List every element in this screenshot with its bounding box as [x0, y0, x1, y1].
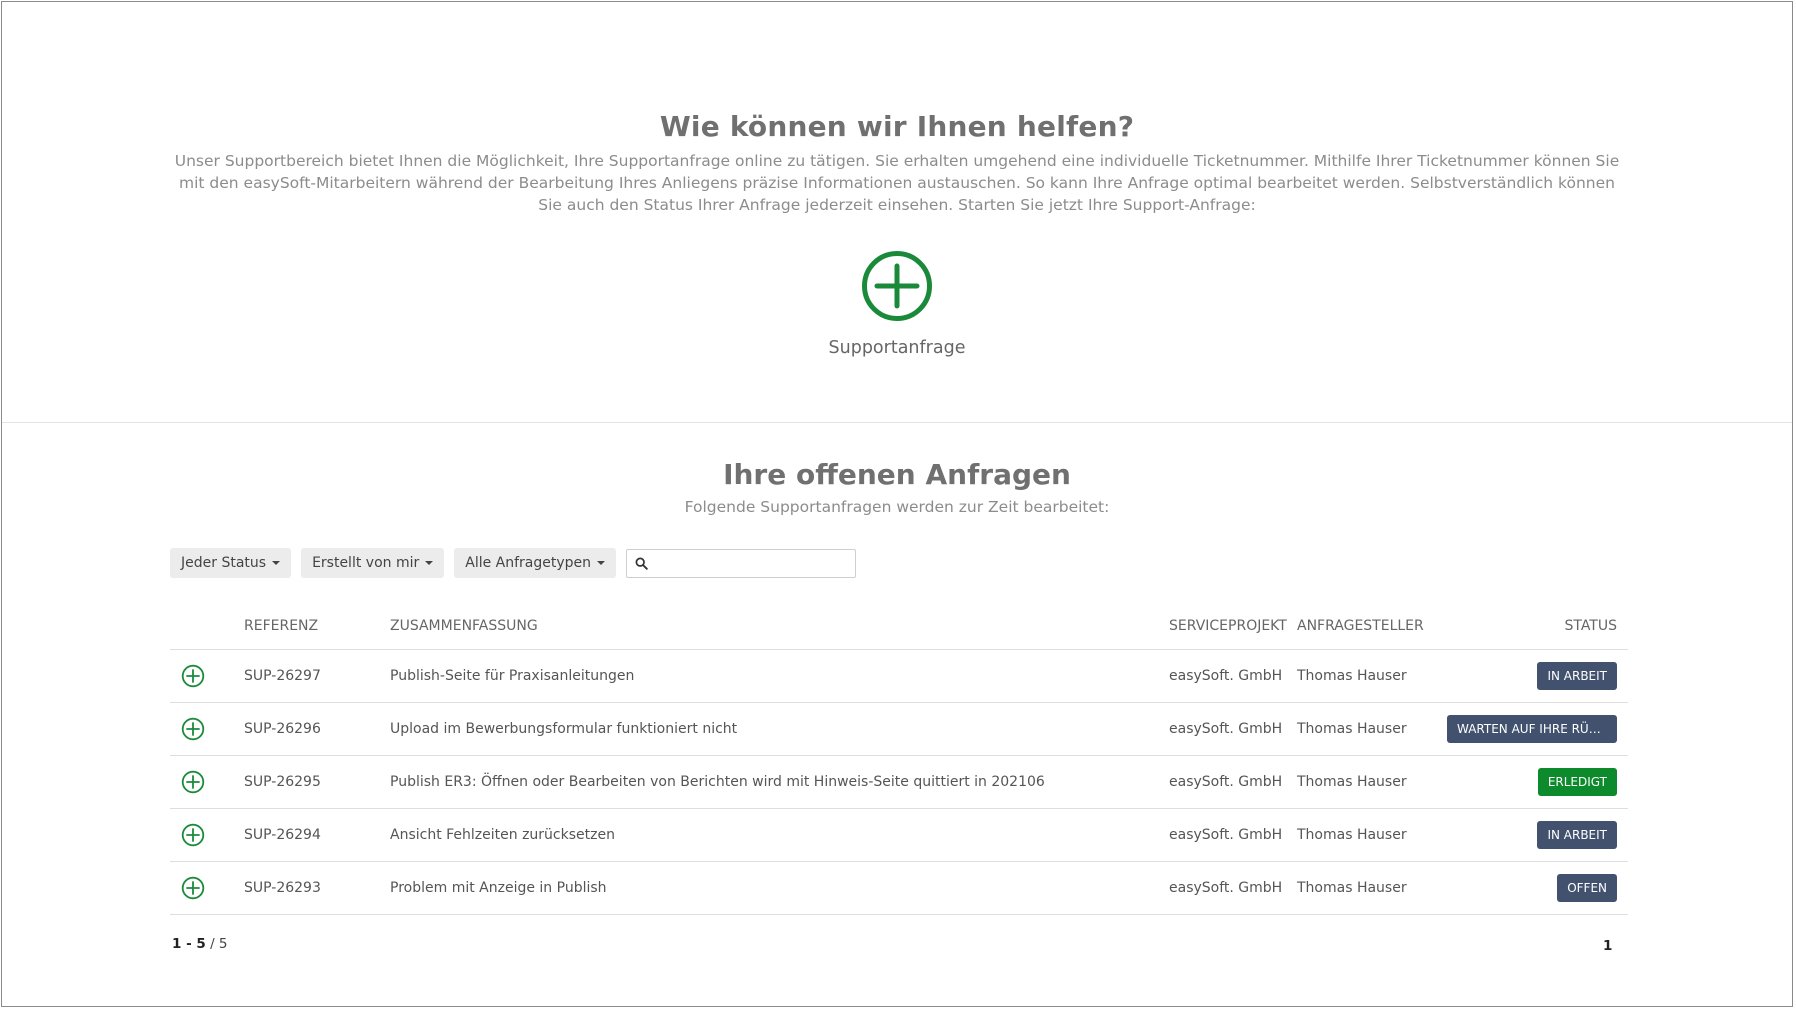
request-type-filter-label: Alle Anfragetypen	[465, 555, 592, 571]
caret-down-icon	[597, 561, 606, 565]
caret-down-icon	[425, 561, 434, 565]
header-icon-cell	[170, 602, 244, 650]
row-reference[interactable]: SUP-26296	[244, 702, 390, 756]
plus-circle-icon[interactable]	[861, 250, 933, 322]
row-icon-cell	[170, 808, 244, 862]
header-reference[interactable]: REFERENZ	[244, 602, 390, 650]
row-reference[interactable]: SUP-26294	[244, 808, 390, 862]
header-requester[interactable]: ANFRAGESTELLER	[1297, 602, 1437, 650]
table-header-row: REFERENZ ZUSAMMENFASSUNG SERVICEPROJEKT …	[170, 602, 1628, 650]
row-reference[interactable]: SUP-26293	[244, 861, 390, 915]
caret-down-icon	[272, 561, 281, 565]
requests-table: REFERENZ ZUSAMMENFASSUNG SERVICEPROJEKT …	[170, 602, 1628, 915]
table-row[interactable]: SUP-26293 Problem mit Anzeige in Publish…	[170, 861, 1628, 915]
row-status-cell: OFFEN	[1437, 861, 1628, 915]
row-summary[interactable]: Upload im Bewerbungsformular funktionier…	[390, 702, 1169, 756]
table-row[interactable]: SUP-26296 Upload im Bewerbungsformular f…	[170, 702, 1628, 756]
filter-bar: Jeder Status Erstellt von mir Alle Anfra…	[170, 548, 857, 578]
row-project: easySoft. GmbH	[1169, 702, 1297, 756]
row-requester: Thomas Hauser	[1297, 649, 1437, 703]
row-icon-cell	[170, 649, 244, 703]
row-requester: Thomas Hauser	[1297, 702, 1437, 756]
hero-section: Wie können wir Ihnen helfen? Unser Suppo…	[2, 2, 1792, 423]
pagination-range: 1 - 5	[172, 936, 206, 952]
row-requester: Thomas Hauser	[1297, 755, 1437, 809]
row-project: easySoft. GmbH	[1169, 808, 1297, 862]
status-badge: OFFEN	[1557, 874, 1617, 902]
search-icon	[635, 557, 648, 570]
row-summary[interactable]: Publish ER3: Öffnen oder Bearbeiten von …	[390, 755, 1169, 809]
row-reference[interactable]: SUP-26297	[244, 649, 390, 703]
status-badge: WARTEN AUF IHRE RÜCK...	[1447, 715, 1617, 743]
row-status-cell: ERLEDIGT	[1437, 755, 1628, 809]
status-filter-dropdown[interactable]: Jeder Status	[170, 548, 292, 578]
status-filter-label: Jeder Status	[181, 555, 267, 571]
requests-table-body: SUP-26297 Publish-Seite für Praxisanleit…	[170, 649, 1628, 915]
row-status-cell: WARTEN AUF IHRE RÜCK...	[1437, 702, 1628, 756]
row-summary[interactable]: Ansicht Fehlzeiten zurücksetzen	[390, 808, 1169, 862]
request-type-filter-dropdown[interactable]: Alle Anfragetypen	[454, 548, 617, 578]
header-project[interactable]: SERVICEPROJEKT	[1169, 602, 1297, 650]
hero-description: Unser Supportbereich bietet Ihnen die Mö…	[174, 152, 1620, 214]
requests-title: Ihre offenen Anfragen	[723, 458, 1071, 491]
create-request-label[interactable]: Supportanfrage	[797, 338, 997, 358]
row-reference[interactable]: SUP-26295	[244, 755, 390, 809]
row-project: easySoft. GmbH	[1169, 861, 1297, 915]
created-by-filter-label: Erstellt von mir	[312, 555, 420, 571]
pagination-info: 1 - 5 / 5	[172, 936, 228, 952]
row-project: easySoft. GmbH	[1169, 755, 1297, 809]
row-summary[interactable]: Problem mit Anzeige in Publish	[390, 861, 1169, 915]
table-row[interactable]: SUP-26295 Publish ER3: Öffnen oder Bearb…	[170, 755, 1628, 809]
hero-title: Wie können wir Ihnen helfen?	[659, 110, 1135, 143]
row-icon-cell	[170, 861, 244, 915]
create-support-request-button[interactable]: Supportanfrage	[797, 250, 997, 358]
row-icon-cell	[170, 702, 244, 756]
status-badge: ERLEDIGT	[1537, 768, 1617, 796]
row-status-cell: IN ARBEIT	[1437, 649, 1628, 703]
row-icon-cell	[170, 755, 244, 809]
status-badge: IN ARBEIT	[1537, 821, 1617, 849]
created-by-filter-dropdown[interactable]: Erstellt von mir	[301, 548, 445, 578]
plus-circle-icon[interactable]	[181, 876, 244, 900]
plus-circle-icon[interactable]	[181, 664, 244, 688]
header-status[interactable]: STATUS	[1437, 602, 1628, 650]
requests-subtitle: Folgende Supportanfragen werden zur Zeit…	[684, 498, 1110, 516]
page-frame: Wie können wir Ihnen helfen? Unser Suppo…	[1, 1, 1793, 1007]
table-row[interactable]: SUP-26294 Ansicht Fehlzeiten zurücksetze…	[170, 808, 1628, 862]
row-project: easySoft. GmbH	[1169, 649, 1297, 703]
row-requester: Thomas Hauser	[1297, 808, 1437, 862]
pagination-total: / 5	[210, 936, 228, 952]
row-status-cell: IN ARBEIT	[1437, 808, 1628, 862]
search-input[interactable]	[652, 549, 856, 577]
pagination-page-1[interactable]: 1	[1603, 938, 1612, 954]
row-summary[interactable]: Publish-Seite für Praxisanleitungen	[390, 649, 1169, 703]
plus-circle-icon[interactable]	[181, 717, 244, 741]
plus-circle-icon[interactable]	[181, 770, 244, 794]
search-box[interactable]	[626, 548, 857, 578]
status-badge: IN ARBEIT	[1537, 662, 1617, 690]
row-requester: Thomas Hauser	[1297, 861, 1437, 915]
plus-circle-icon[interactable]	[181, 823, 244, 847]
header-summary[interactable]: ZUSAMMENFASSUNG	[390, 602, 1169, 650]
table-row[interactable]: SUP-26297 Publish-Seite für Praxisanleit…	[170, 649, 1628, 703]
